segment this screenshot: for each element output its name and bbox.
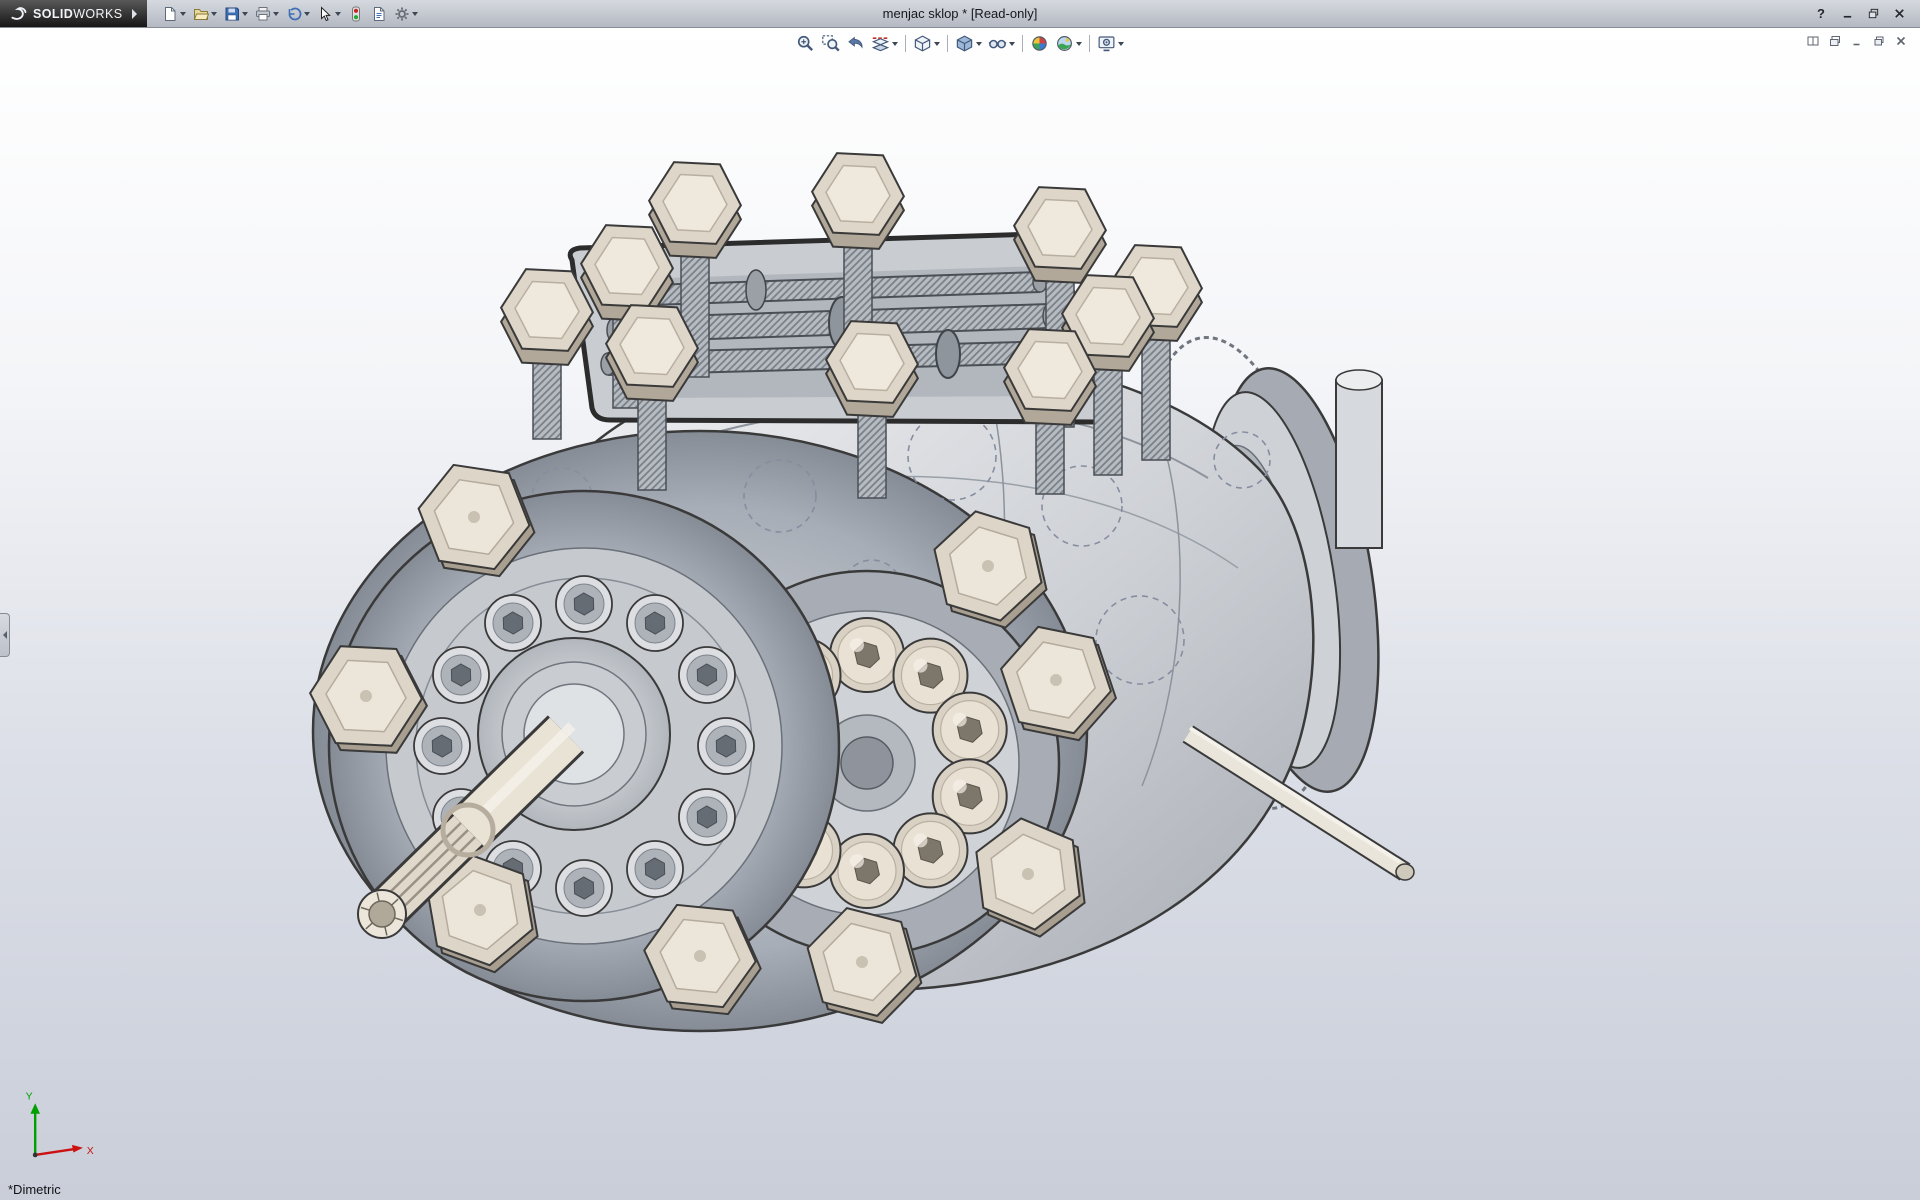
- restore-icon: [1867, 7, 1880, 20]
- edit-appearance-icon: [1030, 34, 1049, 53]
- dropdown-caret-icon[interactable]: [180, 12, 186, 16]
- toolbar-separator: [1022, 35, 1023, 52]
- select-icon: [317, 6, 333, 22]
- minimize-button[interactable]: [1836, 5, 1858, 23]
- print-button[interactable]: [252, 4, 282, 24]
- zoom-to-fit-button[interactable]: [794, 32, 817, 55]
- brand-text: SOLIDWORKS: [33, 7, 122, 21]
- undo-icon: [286, 6, 302, 22]
- dropdown-caret-icon[interactable]: [934, 42, 940, 46]
- dropdown-caret-icon[interactable]: [211, 12, 217, 16]
- brand-light: WORKS: [73, 7, 122, 21]
- options-button[interactable]: [391, 4, 421, 24]
- display-style-button[interactable]: [953, 32, 984, 55]
- title-bar: SOLIDWORKS menjac sklop * [Read-only] ?: [0, 0, 1920, 28]
- section-view-icon: [871, 34, 890, 53]
- logo-expand-arrow[interactable]: [132, 9, 137, 19]
- options-icon: [394, 6, 410, 22]
- section-view-button[interactable]: [869, 32, 900, 55]
- dropdown-caret-icon[interactable]: [1118, 42, 1124, 46]
- view-settings-button[interactable]: [1095, 32, 1126, 55]
- gearbox-3d-model[interactable]: [0, 28, 1920, 1200]
- help-icon: ?: [1817, 6, 1825, 21]
- triad-y-axis: Y: [26, 1090, 40, 1154]
- dropdown-caret-icon[interactable]: [976, 42, 982, 46]
- save-button[interactable]: [221, 4, 251, 24]
- new-document-button[interactable]: [159, 4, 189, 24]
- main-toolbar: [147, 4, 421, 24]
- document-window-controls: [1804, 33, 1910, 48]
- toolbar-separator: [947, 35, 948, 52]
- close-icon: [1893, 7, 1906, 20]
- dropdown-caret-icon[interactable]: [304, 12, 310, 16]
- hide-show-items-icon: [988, 34, 1007, 53]
- select-button[interactable]: [314, 4, 344, 24]
- doc-minimize-button[interactable]: [1848, 33, 1866, 48]
- dropdown-caret-icon[interactable]: [1009, 42, 1015, 46]
- doc-window-float-button[interactable]: [1826, 33, 1844, 48]
- print-icon: [255, 6, 271, 22]
- previous-view-button[interactable]: [844, 32, 867, 55]
- dropdown-caret-icon[interactable]: [242, 12, 248, 16]
- doc-minimize-icon: [1851, 35, 1863, 47]
- zoom-to-fit-icon: [796, 34, 815, 53]
- view-orientation-label: *Dimetric: [8, 1182, 61, 1197]
- file-properties-button[interactable]: [368, 4, 390, 24]
- doc-window-split-button[interactable]: [1804, 33, 1822, 48]
- save-icon: [224, 6, 240, 22]
- toolbar-separator: [1089, 35, 1090, 52]
- edit-appearance-button[interactable]: [1028, 32, 1051, 55]
- window-controls: ?: [1810, 5, 1920, 23]
- brand-bold: SOLID: [33, 7, 73, 21]
- feature-panel-collapse-handle[interactable]: [0, 613, 10, 657]
- graphics-viewport[interactable]: Y X *Dimetric: [0, 28, 1920, 1200]
- dropdown-caret-icon[interactable]: [273, 12, 279, 16]
- dropdown-caret-icon[interactable]: [412, 12, 418, 16]
- collapse-arrow-icon: [3, 631, 7, 639]
- dassault-logo-icon: [8, 6, 28, 21]
- doc-close-icon: [1895, 35, 1907, 47]
- doc-window-split-icon: [1807, 35, 1819, 47]
- dropdown-caret-icon[interactable]: [335, 12, 341, 16]
- doc-window-float-icon: [1829, 35, 1841, 47]
- view-orientation-icon: [913, 34, 932, 53]
- doc-restore-icon: [1873, 35, 1885, 47]
- heads-up-toolbar: [794, 32, 1126, 55]
- display-style-icon: [955, 34, 974, 53]
- view-settings-icon: [1097, 34, 1116, 53]
- hide-show-items-button[interactable]: [986, 32, 1017, 55]
- triad-x-label: X: [87, 1145, 94, 1157]
- file-properties-icon: [371, 6, 387, 22]
- dropdown-caret-icon[interactable]: [892, 42, 898, 46]
- open-button[interactable]: [190, 4, 220, 24]
- minimize-icon: [1841, 7, 1854, 20]
- close-button[interactable]: [1888, 5, 1910, 23]
- rebuild-button[interactable]: [345, 4, 367, 24]
- triad-origin: [33, 1153, 38, 1158]
- restore-button[interactable]: [1862, 5, 1884, 23]
- previous-view-icon: [846, 34, 865, 53]
- dropdown-caret-icon[interactable]: [1076, 42, 1082, 46]
- orientation-triad: Y X: [18, 1088, 104, 1174]
- help-button[interactable]: ?: [1810, 5, 1832, 23]
- solidworks-window: SOLIDWORKS menjac sklop * [Read-only] ? …: [0, 0, 1920, 1200]
- new-document-icon: [162, 6, 178, 22]
- solidworks-logo: SOLIDWORKS: [0, 0, 147, 27]
- rebuild-icon: [348, 6, 364, 22]
- apply-scene-button[interactable]: [1053, 32, 1084, 55]
- view-orientation-button[interactable]: [911, 32, 942, 55]
- toolbar-separator: [905, 35, 906, 52]
- triad-x-axis: X: [35, 1145, 94, 1157]
- zoom-to-area-button[interactable]: [819, 32, 842, 55]
- undo-button[interactable]: [283, 4, 313, 24]
- zoom-to-area-icon: [821, 34, 840, 53]
- doc-restore-button[interactable]: [1870, 33, 1888, 48]
- doc-close-button[interactable]: [1892, 33, 1910, 48]
- triad-y-label: Y: [26, 1090, 33, 1102]
- apply-scene-icon: [1055, 34, 1074, 53]
- open-icon: [193, 6, 209, 22]
